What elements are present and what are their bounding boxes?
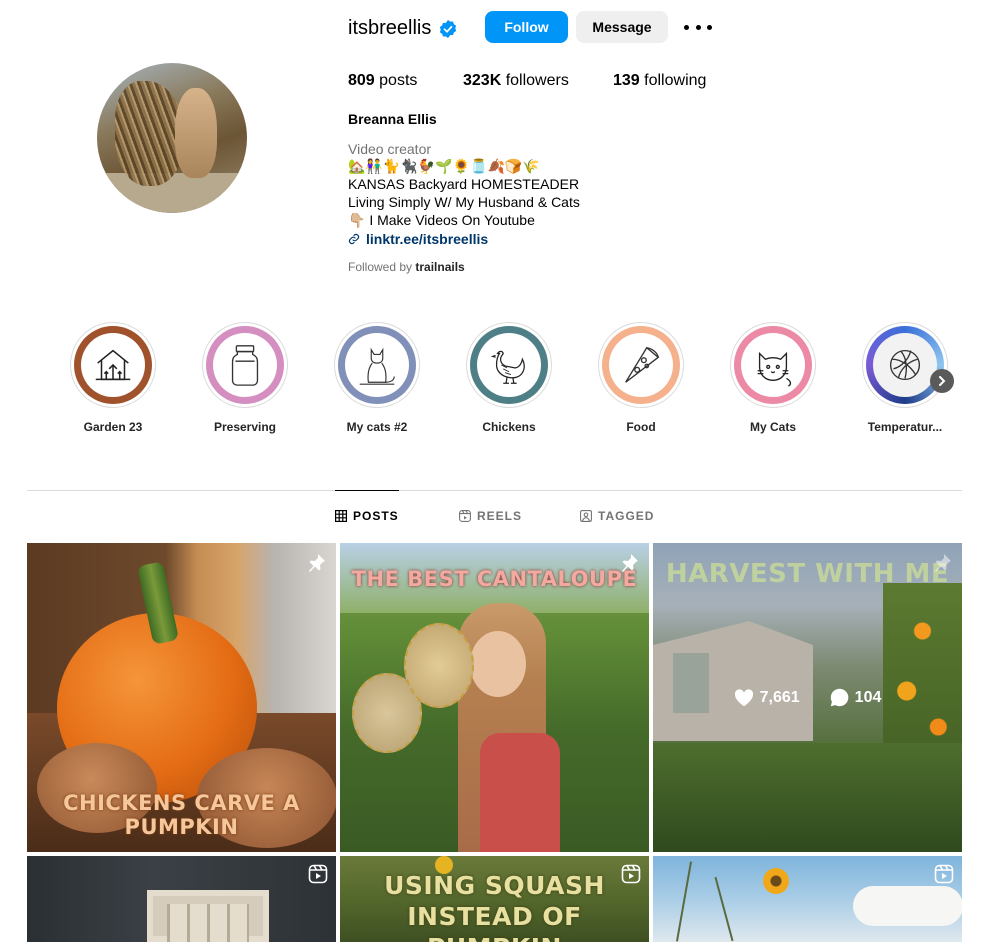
highlight-label: Chickens [482,420,536,434]
tab-posts[interactable]: POSTS [335,509,399,523]
heart-icon [734,688,753,706]
reels-icon [459,510,471,522]
comments-stat: 104 [830,688,882,707]
comment-icon [830,688,849,707]
followers-stat[interactable]: 323K followers [463,71,569,91]
comments-count: 104 [854,688,882,706]
garden-house-icon [95,349,131,381]
mason-jar-icon [231,345,259,386]
pin-icon [622,554,638,572]
grid-icon [335,510,347,522]
profile-link-text: linktr.ee/itsbreellis [366,231,489,247]
profile-username: itsbreellis [348,17,432,39]
post-caption: CHICKENS CARVE A PUMPKIN [63,791,300,839]
post-tile[interactable] [27,856,336,942]
post-hover-stats: 7,661 104 [653,543,962,852]
highlight-my-cats[interactable]: My Cats [730,322,816,442]
yarn-ball-icon [889,349,921,381]
caption-line-2: INSTEAD OF PUMPKIN [407,902,582,942]
post-tile[interactable]: CHICKENS CARVE A PUMPKIN [27,543,336,852]
likes-count: 7,661 [759,688,800,706]
highlight-label: My cats #2 [346,420,408,434]
following-count: 139 [613,72,640,89]
tab-tagged[interactable]: TAGGED [580,509,654,523]
profile-link[interactable]: linktr.ee/itsbreellis [348,230,488,248]
post-caption: USING SQUASHINSTEAD OF PUMPKIN [340,870,649,942]
pizza-slice-icon [625,346,660,383]
sitting-cat-icon [359,347,395,385]
highlight-label: My Cats [749,420,796,434]
followers-count: 323K [463,72,502,89]
tabs-divider [27,490,962,491]
following-stat[interactable]: 139 following [613,71,706,91]
followed-by[interactable]: Followed by trailnails [348,259,465,275]
highlight-my-cats-2[interactable]: My cats #2 [334,322,420,442]
bio-line-2: Living Simply W/ My Husband & Cats [348,194,580,210]
profile-full-name: Breanna Ellis [348,111,437,127]
post-tile[interactable] [653,856,962,942]
posts-count-stat: 809 posts [348,71,417,91]
tab-label: POSTS [353,509,399,523]
bio-line-3: 👇🏼 I Make Videos On Youtube [348,212,535,228]
highlight-preserving[interactable]: Preserving [202,322,288,442]
bio-line-1: KANSAS Backyard HOMESTEADER [348,176,580,192]
tab-label: REELS [477,509,523,523]
post-tile[interactable]: THE BEST CANTALOUPE [340,543,649,852]
posts-count: 809 [348,72,375,89]
profile-avatar[interactable] [97,63,247,213]
followers-label: followers [505,72,569,89]
post-tile[interactable]: USING SQUASHINSTEAD OF PUMPKIN [340,856,649,942]
tab-reels[interactable]: REELS [459,509,522,523]
tab-label: TAGGED [598,509,655,523]
followed-by-user: trailnails [415,260,465,274]
highlight-food[interactable]: Food [598,322,684,442]
tagged-icon [580,510,592,522]
caption-line-1: USING SQUASH [384,871,605,900]
bio-emoji-line: 🏡👫🐈🐈‍⬛🐓🌱🌻🫙🍂🍞🌾 [348,158,540,174]
link-icon [348,233,360,245]
profile-bio: 🏡👫🐈🐈‍⬛🐓🌱🌻🫙🍂🍞🌾 KANSAS Backyard HOMESTEADER… [348,157,580,229]
likes-stat: 7,661 [734,689,800,707]
follow-button[interactable]: Follow [485,11,568,43]
cat-face-icon [757,351,792,387]
highlights-next-button[interactable] [930,369,954,393]
posts-label: posts [379,72,418,89]
post-caption: THE BEST CANTALOUPE [351,567,638,591]
highlight-label: Food [626,420,656,434]
highlight-label: Temperatur... [867,420,943,434]
reel-icon [621,864,641,884]
followed-by-prefix: Followed by [348,260,413,274]
highlight-chickens[interactable]: Chickens [466,322,552,442]
reel-icon [308,864,328,884]
message-button[interactable]: Message [576,11,668,43]
pin-icon [309,554,325,572]
following-label: following [644,72,707,89]
active-tab-indicator [335,490,399,491]
highlight-label: Preserving [213,420,277,434]
chevron-right-icon [939,376,946,386]
more-options-icon[interactable] [684,17,712,37]
profile-category: Video creator [348,141,432,157]
post-tile[interactable]: HARVEST WITH ME 7,661 104 [653,543,962,852]
highlight-garden-23[interactable]: Garden 23 [70,322,156,442]
reel-icon [934,864,954,884]
verified-badge-icon [439,20,457,38]
highlight-label: Garden 23 [83,420,143,434]
chicken-icon [490,350,525,384]
